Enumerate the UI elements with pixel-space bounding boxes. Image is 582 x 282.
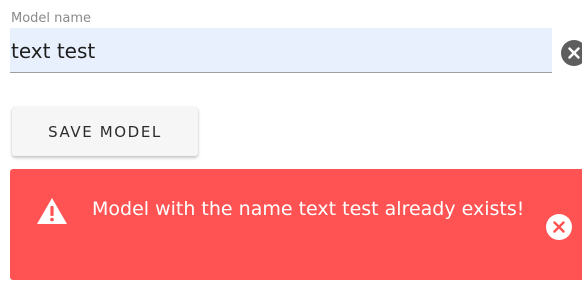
close-circle-icon	[568, 47, 580, 59]
model-name-input[interactable]	[11, 38, 541, 64]
save-model-button[interactable]: SAVE MODEL	[12, 107, 198, 156]
close-circle-icon	[553, 221, 565, 233]
clear-input-button[interactable]	[561, 40, 582, 66]
warning-triangle-icon	[37, 198, 67, 224]
alert-message: Model with the name text test already ex…	[92, 198, 525, 220]
model-name-label: Model name	[11, 11, 92, 26]
error-alert: Model with the name text test already ex…	[10, 169, 582, 280]
close-alert-button[interactable]	[546, 214, 572, 240]
save-model-form: Model name SAVE MODEL Model with the nam…	[0, 0, 582, 282]
